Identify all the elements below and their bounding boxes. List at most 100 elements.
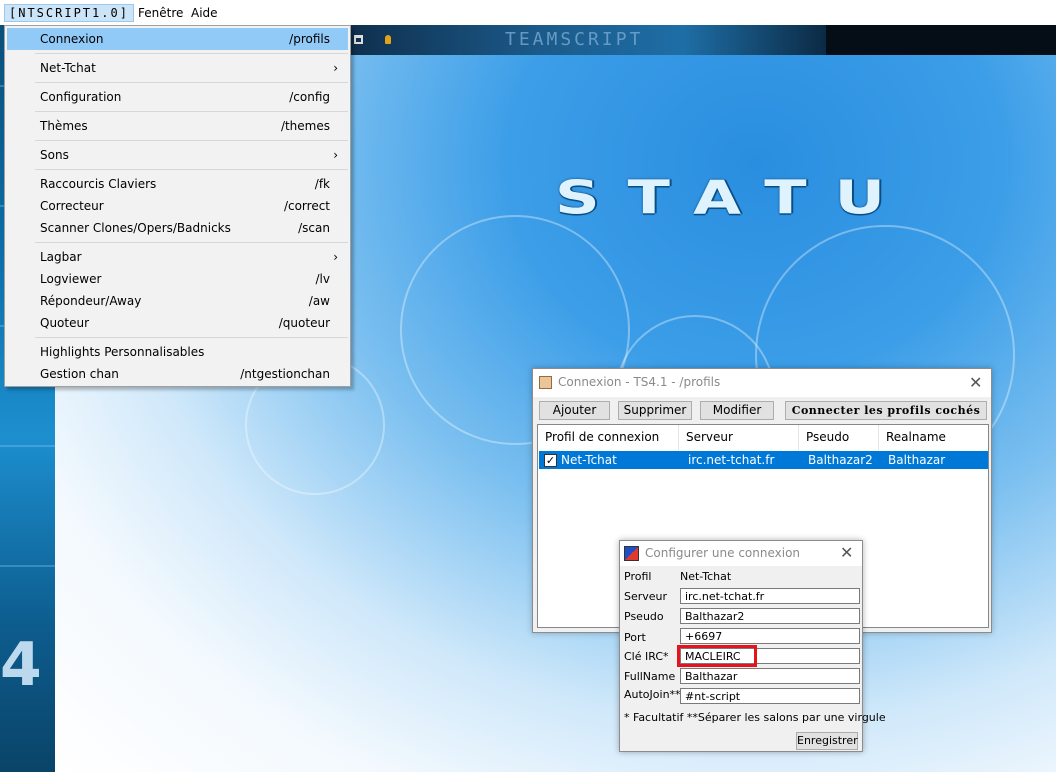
column-header-pseudo[interactable]: Pseudo (799, 425, 879, 450)
menu-item-shortcut: /config (289, 90, 330, 104)
cell-profil: Net-Tchat (561, 453, 617, 467)
config-titlebar[interactable]: Configurer une connexion ✕ (620, 541, 862, 566)
cell-realname: Balthazar (888, 453, 946, 467)
menu-item-label: Net-Tchat (40, 61, 96, 75)
profile-checkbox[interactable]: ✓ (544, 454, 557, 467)
connexion-titlebar[interactable]: Connexion - TS4.1 - /profils ✕ (533, 369, 991, 397)
menu-item-label: Gestion chan (40, 367, 119, 381)
menu-item-label: Répondeur/Away (40, 294, 142, 308)
menu-item-label: Highlights Personnalisables (40, 345, 205, 359)
menu-fenetre[interactable]: Fenêtre (135, 5, 186, 22)
menu-item-scanner[interactable]: Scanner Clones/Opers/Badnicks /scan (7, 217, 348, 239)
menu-separator (35, 140, 348, 141)
menu-item-connexion[interactable]: Connexion /profils (7, 28, 348, 50)
menu-separator (35, 82, 348, 83)
ajouter-button[interactable]: Ajouter (539, 401, 610, 420)
menu-separator (35, 242, 348, 243)
chevron-right-icon: › (333, 61, 338, 75)
menu-item-raccourcis-claviers[interactable]: Raccourcis Claviers /fk (7, 173, 348, 195)
ntscript-dropdown-menu: Connexion /profils Net-Tchat › Configura… (4, 25, 351, 387)
port-input[interactable] (680, 628, 860, 644)
menu-item-quoteur[interactable]: Quoteur /quoteur (7, 312, 348, 334)
strip-line (0, 565, 55, 567)
column-header-realname[interactable]: Realname (879, 425, 988, 450)
annotation-highlight-box (677, 645, 757, 667)
column-header-profil[interactable]: Profil de connexion (538, 425, 679, 450)
fullname-label: FullName (624, 670, 676, 683)
menu-ntscript[interactable]: [NTSCRIPT1.0] (4, 4, 134, 22)
enregistrer-button[interactable]: Enregistrer (796, 732, 858, 750)
menu-item-label: Raccourcis Claviers (40, 177, 157, 191)
supprimer-button[interactable]: Supprimer (618, 401, 692, 420)
chevron-right-icon: › (333, 250, 338, 264)
profil-value: Net-Tchat (680, 570, 732, 583)
cell-serveur: irc.net-tchat.fr (688, 453, 775, 467)
menu-item-label: Correcteur (40, 199, 104, 213)
column-header-serveur[interactable]: Serveur (679, 425, 799, 450)
chevron-right-icon: › (333, 148, 338, 162)
menu-item-label: Thèmes (40, 119, 88, 133)
menu-item-shortcut: /themes (280, 119, 330, 133)
config-note: * Facultatif **Séparer les salons par un… (624, 711, 886, 724)
fullname-input[interactable] (680, 668, 860, 684)
cle-irc-label: Clé IRC* (624, 650, 669, 663)
menu-item-label: Configuration (40, 90, 122, 104)
menu-item-label: Scanner Clones/Opers/Badnicks (40, 221, 231, 235)
menu-separator (35, 337, 348, 338)
profil-label: Profil (624, 570, 652, 583)
menu-item-highlights[interactable]: Highlights Personnalisables (7, 341, 348, 363)
menu-separator (35, 169, 348, 170)
pseudo-label: Pseudo (624, 610, 664, 623)
menu-item-gestion-chan[interactable]: Gestion chan /ntgestionchan (7, 363, 348, 385)
port-label: Port (624, 631, 646, 644)
menu-item-shortcut: /correct (283, 199, 330, 213)
serveur-input[interactable] (680, 588, 860, 604)
window-app-icon (539, 376, 552, 389)
menu-item-label: Connexion (40, 32, 104, 46)
menu-item-shortcut: /lv (315, 272, 330, 286)
menu-item-shortcut: /quoteur (278, 316, 330, 330)
menu-item-shortcut: /aw (308, 294, 330, 308)
connecter-profils-button[interactable]: Connecter les profils cochés (785, 401, 987, 420)
autojoin-input[interactable] (680, 688, 860, 704)
menu-item-configuration[interactable]: Configuration /config (7, 86, 348, 108)
menu-item-themes[interactable]: Thèmes /themes (7, 115, 348, 137)
menu-item-repondeur-away[interactable]: Répondeur/Away /aw (7, 290, 348, 312)
window-icon[interactable] (354, 35, 363, 44)
cell-pseudo: Balthazar2 (808, 453, 873, 467)
menu-item-correcteur[interactable]: Correcteur /correct (7, 195, 348, 217)
pseudo-input[interactable] (680, 608, 860, 624)
table-row[interactable]: ✓ Net-Tchat irc.net-tchat.fr Balthazar2 … (539, 451, 988, 469)
autojoin-label: AutoJoin** (624, 688, 681, 701)
menu-item-shortcut: /profils (289, 32, 330, 46)
menu-item-sons[interactable]: Sons › (7, 144, 348, 166)
menu-item-label: Sons (40, 148, 69, 162)
left-decoration-number: 4 (0, 630, 42, 700)
configurer-connexion-window: Configurer une connexion ✕ Profil Net-Tc… (619, 540, 886, 752)
menu-aide[interactable]: Aide (188, 5, 221, 22)
menu-item-shortcut: /fk (314, 177, 330, 191)
menu-item-label: Lagbar (40, 250, 82, 264)
menu-item-label: Logviewer (40, 272, 102, 286)
theme-logo: STATU (555, 170, 913, 225)
modifier-button[interactable]: Modifier (700, 401, 774, 420)
serveur-label: Serveur (624, 590, 668, 603)
menu-item-logviewer[interactable]: Logviewer /lv (7, 268, 348, 290)
menu-separator (35, 111, 348, 112)
close-icon[interactable]: ✕ (969, 373, 982, 392)
banner-title: TEAMSCRIPT (505, 29, 644, 50)
menu-item-shortcut: /scan (298, 221, 330, 235)
top-banner: TEAMSCRIPT (350, 25, 1056, 55)
menu-item-shortcut: /ntgestionchan (240, 367, 330, 381)
strip-line (0, 445, 55, 447)
menu-item-label: Quoteur (40, 316, 90, 330)
menubar: [NTSCRIPT1.0] Fenêtre Aide (0, 0, 1056, 25)
connexion-title: Connexion - TS4.1 - /profils (558, 375, 721, 389)
menu-item-lagbar[interactable]: Lagbar › (7, 246, 348, 268)
window-app-icon (624, 546, 639, 561)
config-title: Configurer une connexion (645, 546, 801, 560)
menu-item-net-tchat[interactable]: Net-Tchat › (7, 57, 348, 79)
menu-separator (35, 53, 348, 54)
bell-icon[interactable] (385, 35, 391, 44)
close-icon[interactable]: ✕ (840, 543, 853, 562)
